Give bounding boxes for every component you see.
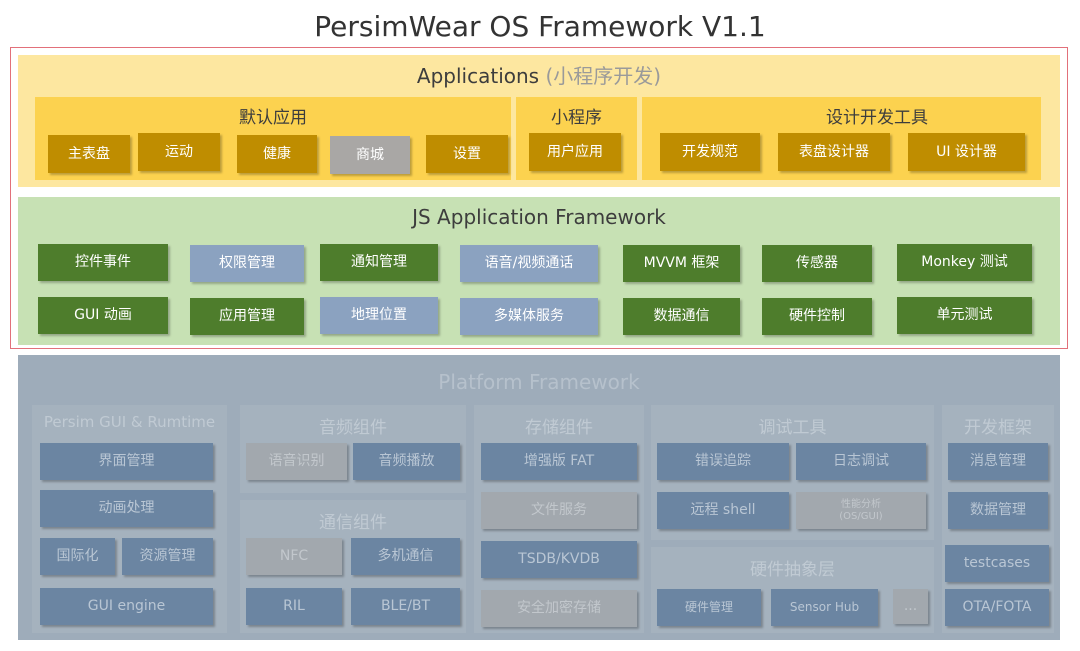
p-i18n: 国际化 (40, 538, 115, 575)
pgroup-audio-label: 音频组件 (319, 418, 387, 438)
pgroup-dev-framework-label: 开发框架 (964, 418, 1032, 438)
p-ril: RIL (246, 588, 342, 625)
highlight-frame (10, 47, 1068, 349)
pgroup-storage-label: 存储组件 (525, 418, 593, 438)
p-file-service: 文件服务 (481, 492, 637, 529)
pgroup-hal-label: 硬件抽象层 (750, 560, 835, 580)
p-tsdb-kvdb: TSDB/KVDB (481, 541, 637, 578)
p-ui-mgmt: 界面管理 (40, 443, 213, 480)
pgroup-comm-label: 通信组件 (319, 513, 387, 533)
platform-framework-label: Platform Framework (438, 370, 640, 394)
p-ota-fota: OTA/FOTA (945, 589, 1049, 626)
p-nfc: NFC (246, 538, 342, 575)
p-animation: 动画处理 (40, 490, 213, 527)
p-message-mgmt: 消息管理 (948, 443, 1048, 480)
p-sensor-hub: Sensor Hub (771, 589, 878, 626)
p-perf-analysis: 性能分析 (OS/GUI) (796, 492, 926, 529)
p-remote-shell: 远程 shell (657, 492, 789, 529)
diagram-title: PersimWear OS Framework V1.1 (314, 10, 766, 43)
p-error-tracking: 错误追踪 (657, 443, 789, 480)
p-hardware-mgmt: 硬件管理 (657, 589, 761, 626)
p-secure-storage: 安全加密存储 (481, 590, 637, 627)
p-multi-device-comm: 多机通信 (351, 538, 460, 575)
pgroup-gui-runtime-label: Persim GUI & Rumtime (43, 413, 216, 431)
p-data-mgmt: 数据管理 (948, 492, 1048, 529)
p-hal-more: ... (893, 589, 928, 624)
p-ble-bt: BLE/BT (351, 588, 460, 625)
p-gui-engine: GUI engine (40, 588, 213, 625)
pgroup-debug-label: 调试工具 (758, 418, 827, 438)
p-audio-playback: 音频播放 (353, 443, 460, 480)
p-enhanced-fat: 增强版 FAT (481, 443, 637, 480)
p-speech-recognition: 语音识别 (246, 443, 347, 480)
p-testcases: testcases (945, 545, 1049, 582)
p-resource-mgmt: 资源管理 (122, 538, 213, 575)
p-log-debug: 日志调试 (796, 443, 926, 480)
